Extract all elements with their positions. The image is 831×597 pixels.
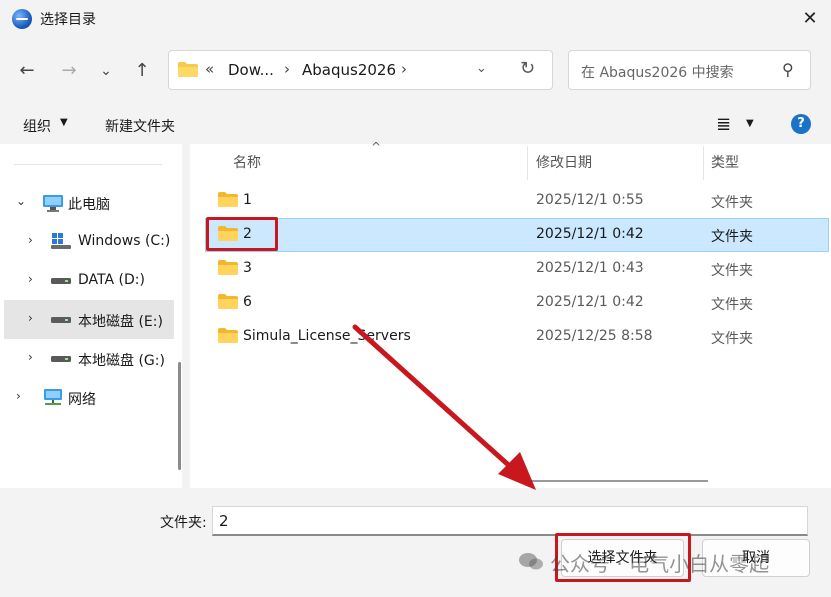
file-modified: 2025/12/1 0:55: [536, 192, 644, 208]
drive-icon: [51, 317, 71, 323]
annotation-highlight-box: [206, 217, 278, 251]
folder-icon: [178, 62, 198, 77]
windows-drive-icon: [51, 233, 71, 249]
file-modified: 2025/12/25 8:58: [536, 328, 653, 344]
file-name: 3: [243, 260, 252, 276]
caret-down-icon[interactable]: ▼: [746, 118, 754, 129]
sidebar-item-label: 本地磁盘 (G:): [78, 353, 165, 369]
new-folder-button[interactable]: 新建文件夹: [105, 116, 175, 136]
close-button[interactable]: ✕: [796, 6, 824, 32]
chevron-right-icon[interactable]: ›: [28, 272, 33, 286]
chevron-right-icon[interactable]: ›: [16, 389, 21, 403]
file-modified: 2025/12/1 0:42: [536, 294, 644, 310]
window-title: 选择目录: [40, 12, 96, 28]
column-header-type[interactable]: 类型: [711, 152, 739, 172]
sidebar-scrollbar[interactable]: [178, 362, 181, 470]
address-history-dropdown[interactable]: ⌄: [476, 61, 487, 76]
column-header-modified[interactable]: 修改日期: [536, 152, 592, 172]
folder-name-input[interactable]: [212, 506, 808, 536]
sort-ascending-icon: ^: [371, 140, 382, 154]
sidebar-item-label: Windows (C:): [78, 233, 171, 249]
breadcrumb-separator[interactable]: ›: [401, 60, 407, 78]
breadcrumb-abaqus2026[interactable]: Abaqus2026: [302, 61, 396, 79]
column-header-name[interactable]: 名称: [233, 152, 261, 172]
chevron-right-icon[interactable]: ›: [28, 350, 33, 364]
folder-icon: [218, 328, 238, 343]
search-input[interactable]: 在 Abaqus2026 中搜索: [581, 62, 734, 82]
breadcrumb-downloads[interactable]: Dow...: [228, 61, 274, 79]
horizontal-scrollbar[interactable]: [530, 480, 708, 482]
chevron-down-icon[interactable]: ⌄: [16, 194, 26, 208]
file-type: 文件夹: [711, 331, 753, 347]
refresh-icon[interactable]: ↻: [520, 58, 535, 79]
file-modified: 2025/12/1 0:42: [536, 226, 644, 242]
folder-icon: [218, 294, 238, 309]
network-icon: [44, 389, 62, 405]
sidebar-item-label: DATA (D:): [78, 272, 145, 288]
folder-icon: [218, 260, 238, 275]
file-type: 文件夹: [711, 229, 753, 245]
sidebar-item-label: 网络: [68, 392, 96, 408]
column-divider[interactable]: [527, 146, 528, 180]
search-icon[interactable]: ⚲: [782, 60, 794, 79]
breadcrumb-overflow[interactable]: «: [205, 60, 214, 78]
back-button[interactable]: ←: [14, 58, 40, 84]
recent-locations-button[interactable]: ⌄: [93, 58, 119, 84]
folder-icon: [218, 192, 238, 207]
drive-icon: [51, 356, 71, 362]
view-options-icon[interactable]: ≣: [716, 114, 731, 135]
wechat-icon: [519, 553, 543, 570]
sidebar-item-label: 此电脑: [68, 197, 110, 213]
watermark-text: 公众号 · 电气小白从零起: [550, 552, 770, 576]
computer-icon: [43, 195, 63, 212]
file-type: 文件夹: [711, 263, 753, 279]
file-name: Simula_License_Servers: [243, 328, 411, 344]
caret-down-icon[interactable]: ▼: [60, 117, 68, 128]
sidebar-divider: [14, 164, 162, 165]
forward-button[interactable]: →: [56, 58, 82, 84]
help-icon[interactable]: ?: [791, 114, 811, 134]
file-type: 文件夹: [711, 297, 753, 313]
file-type: 文件夹: [711, 195, 753, 211]
file-name: 1: [243, 192, 252, 208]
app-icon: [12, 9, 32, 29]
up-button[interactable]: ↑: [129, 58, 155, 84]
column-divider[interactable]: [703, 146, 704, 180]
sidebar-item-label: 本地磁盘 (E:): [78, 314, 163, 330]
chevron-right-icon[interactable]: ›: [28, 233, 33, 247]
drive-icon: [51, 278, 71, 284]
folder-field-label: 文件夹:: [160, 515, 207, 531]
title-bar: [0, 0, 831, 38]
file-name: 6: [243, 294, 252, 310]
file-modified: 2025/12/1 0:43: [536, 260, 644, 276]
organize-button[interactable]: 组织: [23, 116, 51, 136]
chevron-right-icon[interactable]: ›: [28, 311, 33, 325]
breadcrumb-separator[interactable]: ›: [284, 60, 290, 78]
